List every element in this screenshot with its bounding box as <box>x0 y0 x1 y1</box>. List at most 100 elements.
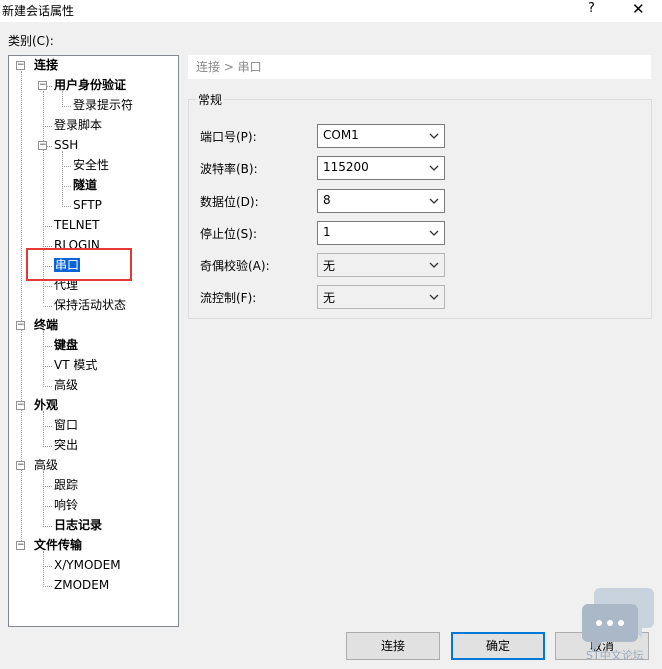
tree-item-label: 用户身份验证 <box>54 78 127 92</box>
tree-connector <box>43 346 52 347</box>
tree-item-1[interactable]: 用户身份验证 <box>54 76 126 94</box>
select-value: 无 <box>323 259 336 273</box>
tree-item-17[interactable]: 外观 <box>34 396 58 414</box>
field-select-0[interactable]: COM1 <box>317 124 445 148</box>
tree-item-0[interactable]: 连接 <box>34 56 58 74</box>
tree-item-23[interactable]: 日志记录 <box>54 516 102 534</box>
tree-item-label: 文件传输 <box>34 538 83 552</box>
highlight-box <box>26 248 132 281</box>
tree-line <box>43 411 44 445</box>
title-bar: 新建会话属性 ? ✕ <box>0 0 662 22</box>
help-button[interactable]: ? <box>588 1 595 16</box>
watermark-text: ST中文论坛 <box>586 648 644 662</box>
tree-connector <box>43 366 52 367</box>
field-select-4[interactable]: 无 <box>317 253 445 277</box>
tree-item-19[interactable]: 突出 <box>54 436 78 454</box>
collapse-icon[interactable]: − <box>16 321 25 330</box>
category-label: 类别(C): <box>8 34 54 48</box>
tree-line <box>21 71 22 541</box>
tree-item-26[interactable]: ZMODEM <box>54 576 109 594</box>
tree-connector <box>43 426 52 427</box>
tree-item-label: X/YMODEM <box>54 558 121 572</box>
collapse-icon[interactable]: − <box>16 541 25 550</box>
tree-line <box>43 331 44 385</box>
tree-connector <box>43 226 52 227</box>
collapse-icon[interactable]: − <box>16 461 25 470</box>
tree-connector <box>43 526 52 527</box>
collapse-icon[interactable]: − <box>38 141 47 150</box>
tree-connector <box>43 566 52 567</box>
field-label: 奇偶校验(A): <box>200 259 270 273</box>
tree-connector <box>43 286 52 287</box>
tree-connector <box>43 246 52 247</box>
tree-item-18[interactable]: 窗口 <box>54 416 78 434</box>
tree-item-label: 键盘 <box>54 338 79 352</box>
tree-item-6[interactable]: 隧道 <box>73 176 97 194</box>
field-label: 波特率(B): <box>200 162 258 176</box>
tree-item-14[interactable]: 键盘 <box>54 336 78 354</box>
tree-item-13[interactable]: 终端 <box>34 316 58 334</box>
field-select-3[interactable]: 1 <box>317 221 445 245</box>
ok-button[interactable]: 确定 <box>451 632 545 660</box>
tree-item-8[interactable]: TELNET <box>54 216 100 234</box>
close-button[interactable]: ✕ <box>632 0 645 18</box>
collapse-icon[interactable]: − <box>16 61 25 70</box>
tree-item-2[interactable]: 登录提示符 <box>73 96 133 114</box>
tree-item-22[interactable]: 响铃 <box>54 496 78 514</box>
tree-connector <box>43 306 52 307</box>
tree-connector <box>43 126 52 127</box>
tree-item-12[interactable]: 保持活动状态 <box>54 296 126 314</box>
tree-item-label: 日志记录 <box>54 518 103 532</box>
chevron-down-icon <box>429 230 439 236</box>
tree-item-15[interactable]: VT 模式 <box>54 356 97 374</box>
tree-item-label: 连接 <box>34 58 59 72</box>
tree-connector <box>43 386 52 387</box>
tree-connector <box>62 106 71 107</box>
tree-line <box>43 471 44 525</box>
connect-button[interactable]: 连接 <box>346 632 440 660</box>
select-value: 无 <box>323 291 336 305</box>
tree-line <box>62 151 63 205</box>
field-label: 停止位(S): <box>200 227 258 241</box>
tree-item-label: 保持活动状态 <box>54 298 127 312</box>
tree-item-label: 安全性 <box>73 158 110 172</box>
tree-item-label: TELNET <box>54 218 100 232</box>
tree-connector <box>62 186 71 187</box>
tree-connector <box>43 506 52 507</box>
tree-item-label: 跟踪 <box>54 478 79 492</box>
select-value: COM1 <box>323 128 359 142</box>
tree-item-label: 登录提示符 <box>73 98 134 112</box>
chevron-down-icon <box>429 198 439 204</box>
group-title: 常规 <box>196 91 225 108</box>
tree-item-label: 登录脚本 <box>54 118 103 132</box>
tree-connector <box>62 166 71 167</box>
select-value: 8 <box>323 193 331 207</box>
tree-item-21[interactable]: 跟踪 <box>54 476 78 494</box>
tree-item-label: SSH <box>54 138 79 152</box>
tree-item-4[interactable]: SSH <box>54 136 78 154</box>
tree-item-25[interactable]: X/YMODEM <box>54 556 121 574</box>
tree-item-label: 高级 <box>34 458 59 472</box>
chevron-down-icon <box>429 262 439 268</box>
tree-item-label: VT 模式 <box>54 358 98 372</box>
tree-item-7[interactable]: SFTP <box>73 196 102 214</box>
tree-item-label: 外观 <box>34 398 59 412</box>
field-select-2[interactable]: 8 <box>317 189 445 213</box>
tree-item-5[interactable]: 安全性 <box>73 156 109 174</box>
tree-item-20[interactable]: 高级 <box>34 456 58 474</box>
collapse-icon[interactable]: − <box>38 81 47 90</box>
collapse-icon[interactable]: − <box>16 401 25 410</box>
tree-item-24[interactable]: 文件传输 <box>34 536 82 554</box>
chevron-down-icon <box>429 165 439 171</box>
field-label: 流控制(F): <box>200 291 257 305</box>
tree-item-3[interactable]: 登录脚本 <box>54 116 102 134</box>
field-label: 端口号(P): <box>200 130 257 144</box>
field-select-5[interactable]: 无 <box>317 285 445 309</box>
chevron-down-icon <box>429 294 439 300</box>
tree-item-16[interactable]: 高级 <box>54 376 78 394</box>
tree-item-label: 突出 <box>54 438 79 452</box>
tree-item-label: SFTP <box>73 198 102 212</box>
tree-connector <box>43 486 52 487</box>
tree-line <box>43 551 44 585</box>
field-select-1[interactable]: 115200 <box>317 156 445 180</box>
